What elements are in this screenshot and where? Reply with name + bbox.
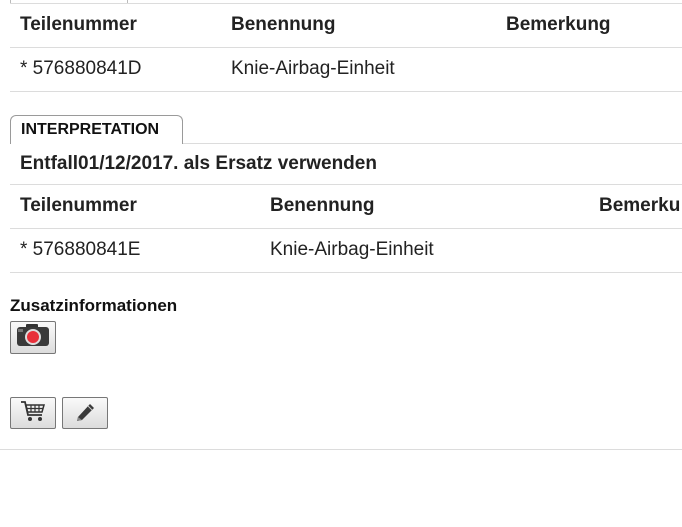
pencil-icon bbox=[72, 399, 98, 428]
table-header-row: Teilenummer Benennung Bemerku bbox=[10, 184, 682, 228]
footer-divider bbox=[0, 449, 682, 450]
interpretation-tab[interactable]: INTERPRETATION bbox=[10, 115, 183, 144]
table-header-row: Teilenummer Benennung Bemerkung bbox=[10, 3, 682, 47]
column-header-teilenummer: Teilenummer bbox=[20, 14, 137, 35]
divider bbox=[10, 91, 682, 92]
divider bbox=[10, 47, 682, 48]
add-to-cart-button[interactable] bbox=[10, 397, 56, 429]
camera-icon bbox=[15, 323, 51, 352]
part-number-cell[interactable]: * 576880841E bbox=[10, 228, 260, 272]
column-header-bemerkung: Bemerku bbox=[599, 195, 681, 216]
part-number-cell[interactable]: * 576880841D bbox=[10, 47, 221, 91]
table-row[interactable]: * 576880841E Knie-Airbag-Einheit bbox=[10, 228, 682, 272]
interpretation-title: Entfall01/12/2017. als Ersatz verwenden bbox=[20, 153, 377, 174]
divider bbox=[183, 143, 682, 144]
additional-info-label: Zusatzinformationen bbox=[10, 296, 178, 315]
column-header-benennung: Benennung bbox=[231, 14, 336, 35]
remark-cell bbox=[589, 228, 682, 272]
edit-button[interactable] bbox=[62, 397, 108, 429]
cart-icon bbox=[19, 399, 47, 428]
camera-button[interactable] bbox=[10, 321, 56, 354]
column-header-bemerkung: Bemerkung bbox=[506, 14, 611, 35]
divider bbox=[10, 272, 682, 273]
column-header-teilenummer: Teilenummer bbox=[20, 195, 137, 216]
remark-cell bbox=[496, 47, 682, 91]
column-header-benennung: Benennung bbox=[270, 195, 375, 216]
divider bbox=[10, 228, 682, 229]
part-name-cell: Knie-Airbag-Einheit bbox=[231, 58, 395, 79]
part-name-cell: Knie-Airbag-Einheit bbox=[270, 239, 434, 260]
table-row[interactable]: * 576880841D Knie-Airbag-Einheit bbox=[10, 47, 682, 91]
